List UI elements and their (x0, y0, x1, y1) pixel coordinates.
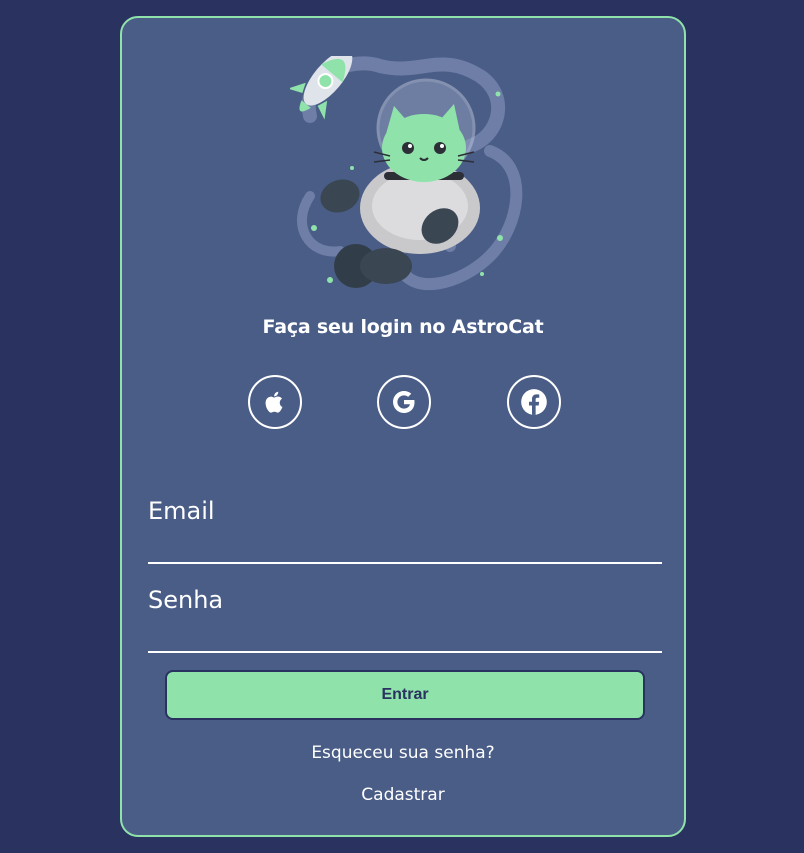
astronaut-cat-icon (290, 56, 523, 291)
login-card: Faça seu login no AstroCat Email Senha E (120, 16, 686, 837)
google-login-button[interactable] (377, 375, 431, 429)
email-underline (148, 562, 662, 564)
apple-icon (265, 391, 283, 413)
login-button[interactable]: Entrar (165, 670, 645, 720)
register-link[interactable]: Cadastrar (122, 785, 684, 805)
facebook-login-button[interactable] (507, 375, 561, 429)
password-label: Senha (148, 586, 224, 614)
password-field-group: Senha (148, 585, 662, 655)
apple-login-button[interactable] (248, 375, 302, 429)
email-label: Email (148, 497, 215, 525)
page-title: Faça seu login no AstroCat (262, 316, 544, 338)
facebook-icon (521, 389, 547, 415)
email-input[interactable] (148, 536, 662, 558)
google-icon (393, 391, 415, 413)
email-field-group: Email (148, 496, 662, 566)
forgot-password-link[interactable]: Esqueceu sua senha? (122, 743, 684, 763)
password-underline (148, 651, 662, 653)
password-input[interactable] (148, 625, 662, 647)
social-login-group (122, 375, 684, 429)
